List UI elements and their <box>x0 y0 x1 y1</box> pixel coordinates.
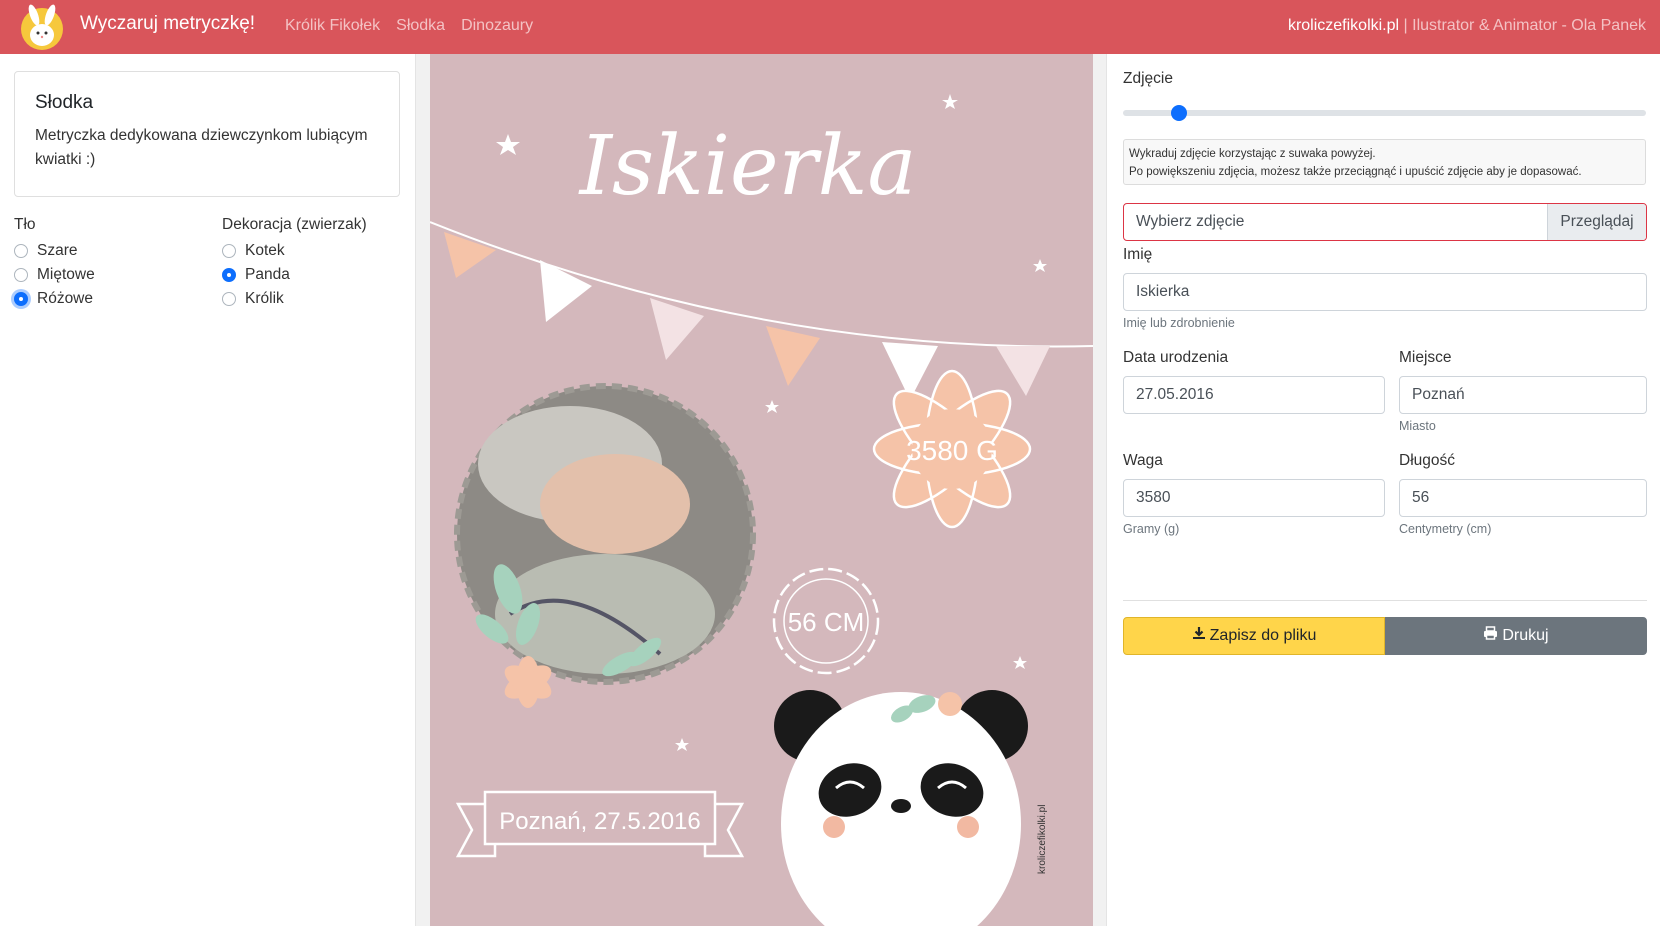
photo-help-line1: Wykraduj zdjęcie korzystając z suwaka po… <box>1129 148 1376 160</box>
radio-background-rozowe[interactable]: Różowe <box>14 290 93 308</box>
download-icon <box>1192 627 1205 639</box>
photo-help-line2: Po powiększeniu zdjęcia, możesz także pr… <box>1129 166 1582 178</box>
name-input[interactable]: Iskierka <box>1123 273 1647 311</box>
poster-artwork: Iskierka 3580 G 56 CM Poznań, 27.5.2016 … <box>430 94 1093 926</box>
weight-input[interactable]: 3580 <box>1123 479 1385 517</box>
print-button[interactable]: Drukuj <box>1385 617 1647 655</box>
brand-title[interactable]: Wyczaruj metryczkę! <box>80 13 255 35</box>
radio-label: Panda <box>245 266 290 283</box>
browse-button[interactable]: Przeglądaj <box>1547 204 1646 240</box>
birth-date-label: Data urodzenia <box>1123 349 1229 366</box>
poster-preview-area: Iskierka 3580 G 56 CM Poznań, 27.5.2016 … <box>416 54 1106 926</box>
radio-button[interactable] <box>14 268 28 282</box>
name-help: Imię lub zdrobnienie <box>1123 316 1235 330</box>
radio-button[interactable] <box>14 244 28 258</box>
card-title: Słodka <box>35 92 94 113</box>
place-input[interactable]: Poznań <box>1399 376 1647 414</box>
panda-illustration <box>774 690 1028 926</box>
radio-label: Szare <box>37 242 78 259</box>
template-card: Słodka Metryczka dedykowana dziewczynkom… <box>14 71 400 197</box>
nav-separator: | <box>1399 17 1413 34</box>
printer-icon <box>1484 626 1498 640</box>
radio-decoration-krolik[interactable]: Królik <box>222 290 284 308</box>
save-button-label: Zapisz do pliku <box>1209 627 1317 644</box>
radio-label: Miętowe <box>37 266 95 283</box>
bunny-logo-icon[interactable] <box>14 3 70 51</box>
radio-decoration-kotek[interactable]: Kotek <box>222 242 285 260</box>
nav-right: kroliczefikolki.pl | Ilustrator & Animat… <box>1288 17 1646 35</box>
file-placeholder[interactable]: Wybierz zdjęcie <box>1124 204 1547 240</box>
weight-help: Gramy (g) <box>1123 522 1180 536</box>
length-label: Długość <box>1399 452 1455 469</box>
radio-label: Różowe <box>37 290 93 307</box>
radio-label: Kotek <box>245 242 285 259</box>
radio-button[interactable] <box>222 268 236 282</box>
zoom-slider-thumb[interactable] <box>1171 105 1187 121</box>
nav-link-krolik-fikolek[interactable]: Królik Fikołek <box>285 17 380 35</box>
poster-length: 56 CM <box>788 607 865 637</box>
radio-button[interactable] <box>222 292 236 306</box>
radio-decoration-panda[interactable]: Panda <box>222 266 290 284</box>
author-text: Ilustrator & Animator - Ola Panek <box>1412 17 1646 34</box>
save-button[interactable]: Zapisz do pliku <box>1123 617 1385 655</box>
decoration-group-label: Dekoracja (zwierzak) <box>222 216 367 233</box>
sidebar: Słodka Metryczka dedykowana dziewczynkom… <box>0 54 416 926</box>
poster-weight: 3580 G <box>906 435 998 466</box>
weight-label: Waga <box>1123 452 1163 469</box>
poster-name: Iskierka <box>578 119 917 214</box>
photo-file-input[interactable]: Wybierz zdjęcie Przeglądaj <box>1123 203 1647 241</box>
zoom-slider-track[interactable] <box>1123 110 1646 116</box>
site-link[interactable]: kroliczefikolki.pl <box>1288 17 1399 34</box>
radio-button[interactable] <box>14 292 28 306</box>
nav-link-slodka[interactable]: Słodka <box>396 17 445 35</box>
background-group-label: Tło <box>14 216 36 233</box>
radio-background-mietowe[interactable]: Miętowe <box>14 266 95 284</box>
settings-form: Zdjęcie Wykraduj zdjęcie korzystając z s… <box>1106 54 1660 926</box>
radio-background-szare[interactable]: Szare <box>14 242 78 260</box>
divider <box>1123 600 1647 601</box>
place-label: Miejsce <box>1399 349 1452 366</box>
name-label: Imię <box>1123 246 1153 263</box>
card-text: Metryczka dedykowana dziewczynkom lubiąc… <box>35 127 368 168</box>
radio-button[interactable] <box>222 244 236 258</box>
length-help: Centymetry (cm) <box>1399 522 1492 536</box>
nav-links: Królik Fikołek Słodka Dinozaury <box>285 17 533 35</box>
nav-link-dinozaury[interactable]: Dinozaury <box>461 17 533 35</box>
length-input[interactable]: 56 <box>1399 479 1647 517</box>
place-help: Miasto <box>1399 419 1436 433</box>
poster-place-date: Poznań, 27.5.2016 <box>499 808 701 835</box>
navbar: Wyczaruj metryczkę! Królik Fikołek Słodk… <box>0 0 1660 54</box>
radio-label: Królik <box>245 290 284 307</box>
poster: Iskierka 3580 G 56 CM Poznań, 27.5.2016 … <box>430 54 1093 926</box>
poster-watermark: kroliczefikolki.pl <box>1037 805 1048 874</box>
photo-label: Zdjęcie <box>1123 70 1173 87</box>
print-button-label: Drukuj <box>1502 627 1549 644</box>
birth-date-input[interactable]: 27.05.2016 <box>1123 376 1385 414</box>
photo-help-box: Wykraduj zdjęcie korzystając z suwaka po… <box>1123 139 1646 185</box>
